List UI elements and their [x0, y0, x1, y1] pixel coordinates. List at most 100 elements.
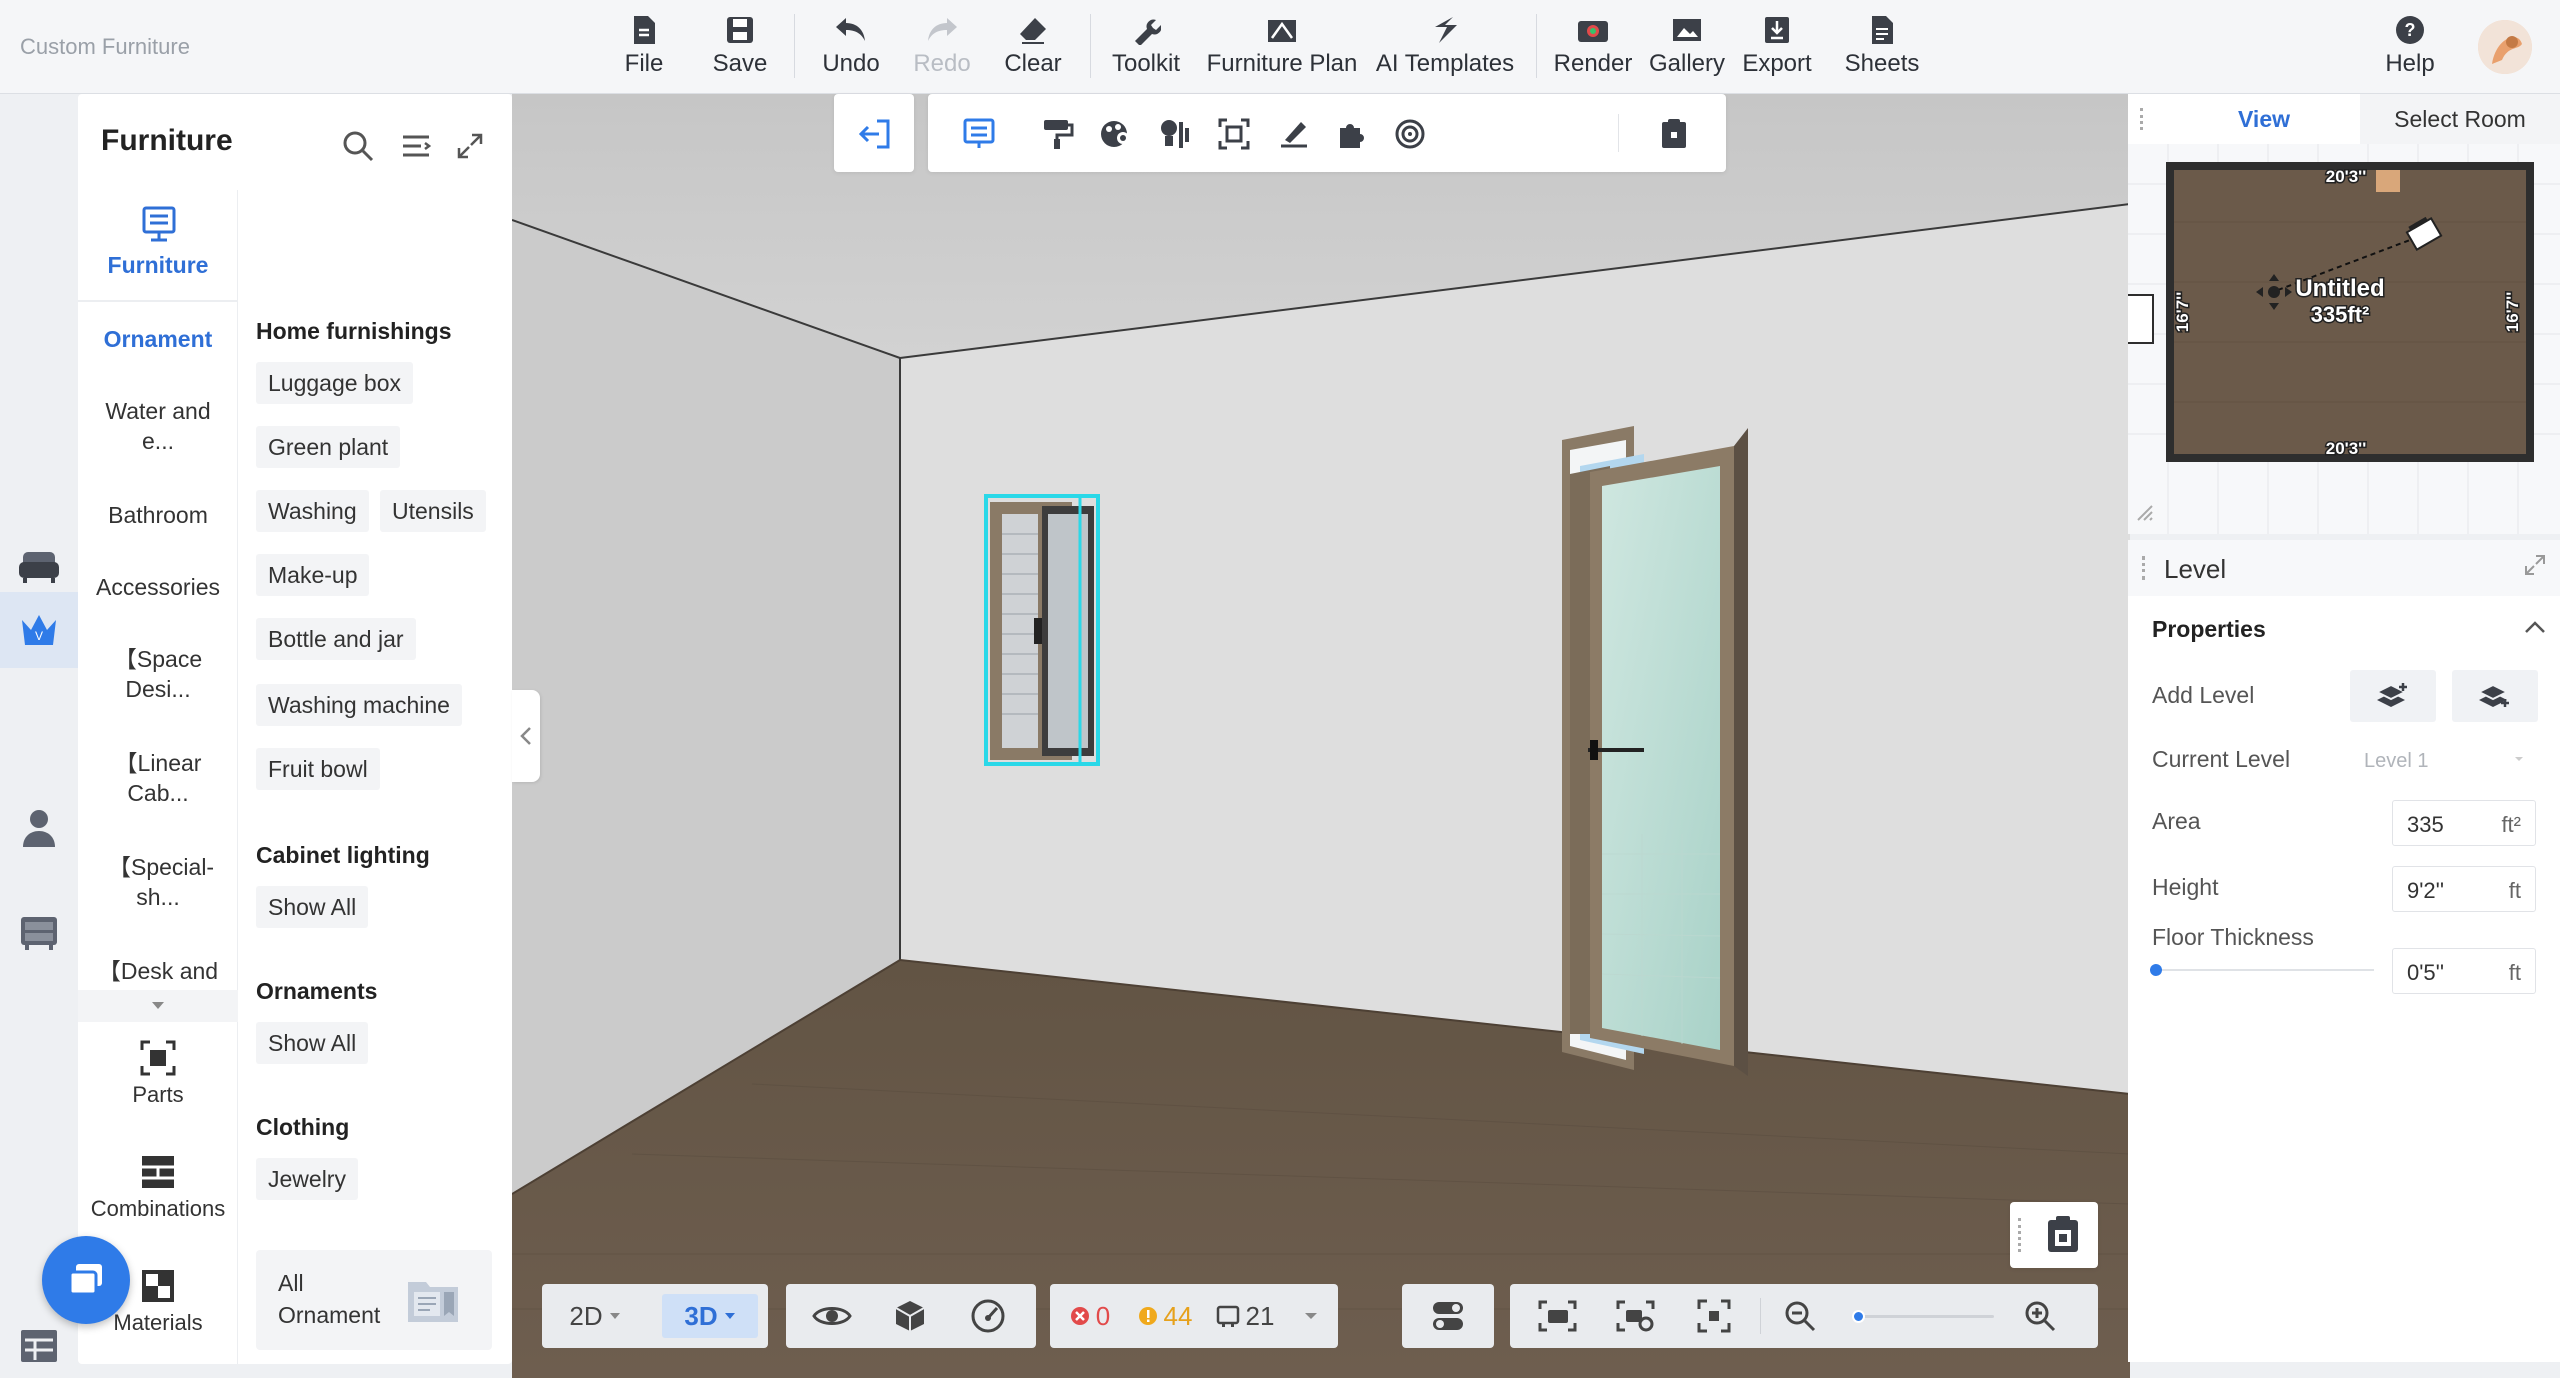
height-field[interactable]: 9'2'' ft — [2392, 866, 2536, 912]
collapse-panel-button[interactable] — [512, 690, 540, 782]
zoom-out-icon[interactable] — [1776, 1294, 1824, 1338]
avatar[interactable] — [2478, 20, 2532, 74]
exit-icon[interactable] — [852, 112, 896, 156]
category-item[interactable]: 【Linear Cab... — [78, 748, 238, 808]
search-icon[interactable] — [340, 128, 376, 164]
material-picker-icon[interactable] — [1094, 112, 1138, 156]
window-model[interactable] — [984, 494, 1100, 766]
section-title: Home furnishings — [256, 318, 452, 344]
cube-icon[interactable] — [886, 1294, 934, 1338]
gauge-icon[interactable] — [964, 1294, 1012, 1338]
counter-dropdown[interactable] — [1296, 1294, 1326, 1338]
render-button[interactable]: Render — [1554, 12, 1632, 84]
category-item[interactable]: Ornament — [78, 324, 238, 354]
catalog-chip[interactable]: Utensils — [380, 490, 486, 532]
show-all-chip[interactable]: Show All — [256, 1022, 369, 1064]
category-item[interactable]: Bathroom — [78, 500, 238, 530]
category-item[interactable]: Water and e... — [78, 396, 238, 456]
export-button[interactable]: Export — [1738, 12, 1816, 84]
drag-handle[interactable] — [2142, 556, 2148, 580]
redo-button[interactable]: Redo — [912, 12, 972, 84]
toggle-icon[interactable] — [1422, 1294, 1474, 1338]
floor-thickness-field[interactable]: 0'5'' ft — [2392, 948, 2536, 994]
warning-counter[interactable]: 44 — [1130, 1294, 1200, 1338]
tab-view[interactable]: View — [2164, 94, 2364, 144]
puzzle-icon[interactable] — [1330, 112, 1374, 156]
catalog-chip[interactable]: Make-up — [256, 554, 370, 596]
item-counter[interactable]: 21 — [1210, 1294, 1280, 1338]
eye-icon[interactable] — [808, 1294, 856, 1338]
mode-2d-button[interactable]: 2D — [552, 1294, 638, 1338]
zoom-in-icon[interactable] — [2016, 1294, 2064, 1338]
target-icon[interactable] — [1388, 112, 1432, 156]
scroll-down-button[interactable] — [78, 990, 238, 1022]
save-button[interactable]: Save — [710, 12, 770, 84]
light-tool-icon[interactable] — [1154, 112, 1198, 156]
file-button[interactable]: File — [620, 12, 668, 84]
paste-icon[interactable] — [2046, 1214, 2080, 1259]
camera-settings-icon[interactable] — [1610, 1294, 1662, 1338]
mode-3d-button[interactable]: 3D — [662, 1294, 758, 1338]
toolkit-button[interactable]: Toolkit — [1104, 12, 1188, 84]
catalog-chip[interactable]: Bottle and jar — [256, 618, 416, 660]
catalog-chip[interactable]: Fruit bowl — [256, 748, 380, 790]
paint-roller-icon[interactable] — [1036, 112, 1080, 156]
error-counter[interactable]: 0 — [1064, 1294, 1116, 1338]
chat-button[interactable] — [42, 1236, 130, 1324]
gallery-button[interactable]: Gallery — [1648, 12, 1726, 84]
category-item[interactable]: 【Special-sh... — [78, 852, 238, 912]
minimap[interactable]: Untitled 335ft² 20'3'' 20'3'' 16'7'' 16'… — [2166, 162, 2534, 462]
clipboard-icon[interactable] — [1652, 112, 1696, 156]
chevron-up-icon[interactable] — [2524, 620, 2546, 639]
measure-icon[interactable] — [1272, 112, 1316, 156]
zoom-slider-thumb[interactable] — [1852, 1310, 1865, 1323]
3d-viewport[interactable] — [512, 94, 2130, 1378]
rail-custom-button[interactable]: V — [0, 592, 78, 668]
tab-select-room[interactable]: Select Room — [2360, 94, 2560, 144]
category-item[interactable]: 【Space Desi... — [78, 644, 238, 704]
category-item[interactable]: Accessories — [78, 572, 238, 602]
person-icon — [23, 810, 55, 847]
fit-view-icon[interactable] — [1688, 1294, 1740, 1338]
rail-cabinet-button[interactable] — [0, 894, 78, 970]
expand-icon[interactable] — [452, 128, 488, 164]
parts-button[interactable]: Parts — [78, 1040, 238, 1108]
door-model[interactable] — [1562, 426, 1748, 1076]
sort-icon[interactable] — [398, 128, 434, 164]
furniture-plan-button[interactable]: Furniture Plan — [1204, 12, 1360, 84]
tab-furniture[interactable]: Furniture — [78, 190, 238, 302]
resize-grip-icon[interactable] — [2136, 504, 2154, 522]
add-level-below-button[interactable] — [2452, 670, 2538, 722]
all-ornament-button[interactable]: All Ornament — [256, 1250, 492, 1350]
catalog-chip[interactable]: Jewelry — [256, 1158, 358, 1200]
category-list: Furniture Ornament Water and e... Bathro… — [78, 190, 238, 1364]
rail-person-button[interactable] — [0, 790, 78, 866]
drag-handle[interactable] — [2140, 108, 2146, 130]
clear-button[interactable]: Clear — [1000, 12, 1066, 84]
catalog-tool-icon[interactable] — [958, 112, 1002, 156]
edit-tools-panel — [928, 94, 1726, 172]
catalog-chip[interactable]: Washing — [256, 490, 369, 532]
frame-select-icon[interactable] — [1212, 112, 1256, 156]
expand-icon[interactable] — [2524, 554, 2546, 581]
combinations-button[interactable]: Combinations — [78, 1154, 238, 1222]
camera-save-icon[interactable] — [1532, 1294, 1584, 1338]
catalog-chip[interactable]: Washing machine — [256, 684, 462, 726]
catalog-chip[interactable]: Green plant — [256, 426, 401, 468]
floor-thickness-slider[interactable] — [2150, 964, 2374, 976]
drag-handle[interactable] — [2018, 1218, 2022, 1252]
area-field[interactable]: 335 ft² — [2392, 800, 2536, 846]
materials-icon — [142, 1270, 174, 1302]
zoom-slider[interactable] — [1852, 1310, 1994, 1323]
ai-templates-button[interactable]: AI Templates — [1372, 12, 1518, 84]
undo-button[interactable]: Undo — [816, 12, 886, 84]
catalog-chip[interactable]: Luggage box — [256, 362, 414, 404]
floor-thickness-slider-thumb[interactable] — [2150, 964, 2162, 976]
section-title: Cabinet lighting — [256, 842, 430, 868]
current-level-select[interactable]: Level 1 — [2350, 738, 2536, 782]
sheets-button[interactable]: Sheets — [1842, 12, 1922, 84]
category-item[interactable]: 【Desk and — [78, 956, 238, 986]
show-all-chip[interactable]: Show All — [256, 886, 369, 928]
add-level-above-button[interactable] — [2350, 670, 2436, 722]
help-button[interactable]: ? Help — [2380, 12, 2440, 84]
